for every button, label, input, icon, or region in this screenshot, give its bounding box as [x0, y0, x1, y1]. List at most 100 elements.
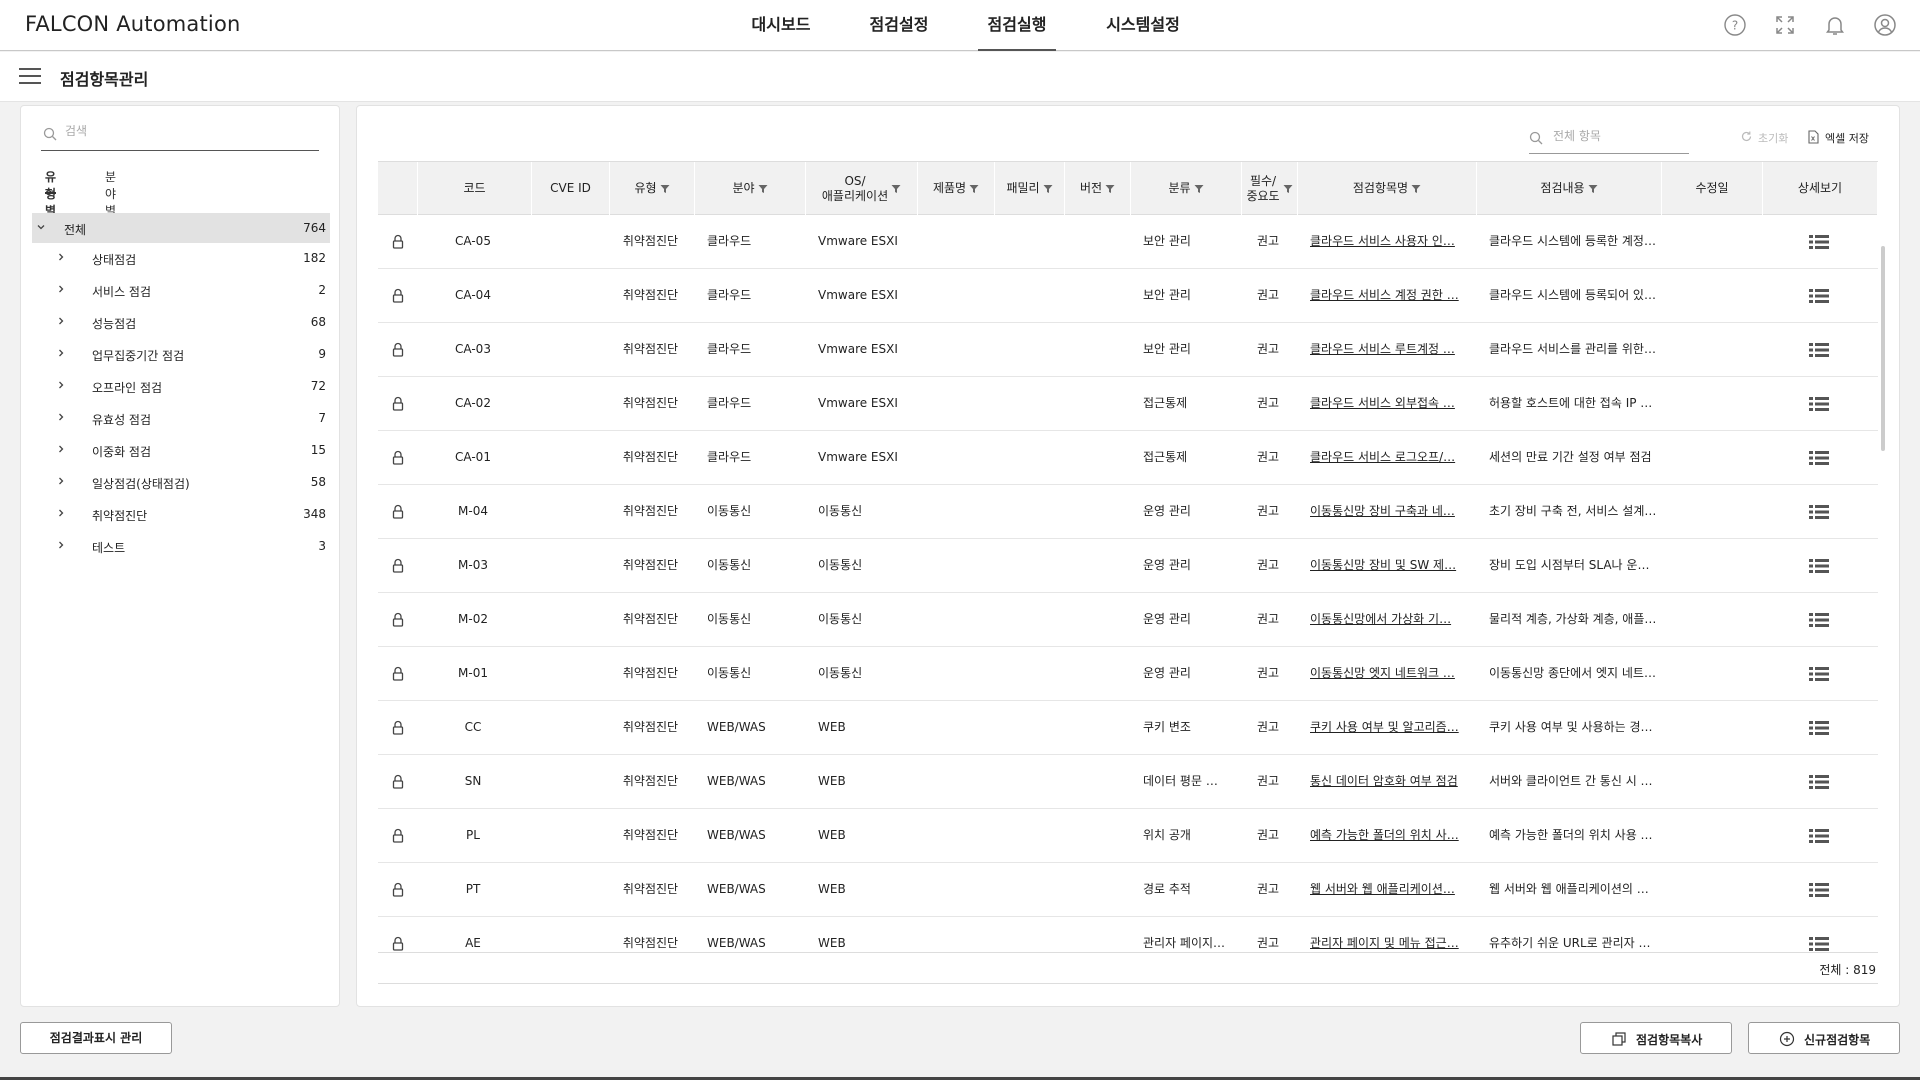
tree-item[interactable]: 성능점검 68: [32, 307, 330, 339]
tree-item[interactable]: 업무집중기간 점검 9: [32, 339, 330, 371]
cell-os: WEB: [818, 936, 846, 950]
cell-name[interactable]: 클라우드 서비스 계정 권한 …: [1310, 269, 1473, 322]
table-row[interactable]: CC 취약점진단 WEB/WAS WEB 쿠키 변조 권고 쿠키 사용 여부 및 알고리즘……: [378, 701, 1878, 755]
filter-icon[interactable]: [891, 184, 901, 194]
detail-list-icon[interactable]: [1809, 343, 1829, 357]
table-row[interactable]: CA-01 취약점진단 클라우드 Vmware ESXI 접근통제 권고 클라우드 서비스 …: [378, 431, 1878, 485]
tree-item[interactable]: 상태점검 182: [32, 243, 330, 275]
cell-family: [995, 431, 1061, 484]
detail-list-icon[interactable]: [1809, 775, 1829, 789]
tree-item[interactable]: 서비스 점검 2: [32, 275, 330, 307]
table-row[interactable]: CA-03 취약점진단 클라우드 Vmware ESXI 보안 관리 권고 클라우드 서비스…: [378, 323, 1878, 377]
table-row[interactable]: M-01 취약점진단 이동통신 이동통신 운영 관리 권고 이동통신망 엣지 네트워크 … 이…: [378, 647, 1878, 701]
cell-name[interactable]: 클라우드 서비스 로그오프/…: [1310, 431, 1473, 484]
tree-item[interactable]: 테스트 3: [32, 531, 330, 563]
cell-version: [1065, 917, 1127, 952]
nav-item-inspection-run[interactable]: 점검실행: [978, 0, 1056, 51]
table-row[interactable]: AE 취약점진단 WEB/WAS WEB 관리자 페이지… 권고 관리자 페이지 및 메뉴 …: [378, 917, 1878, 952]
cell-name[interactable]: 관리자 페이지 및 메뉴 접근…: [1310, 917, 1473, 952]
tree-item[interactable]: 일상점검(상태점검) 58: [32, 467, 330, 499]
tab-by-field[interactable]: 분야별: [105, 168, 116, 218]
detail-list-icon[interactable]: [1809, 235, 1829, 249]
column-header-label: 점검항목명: [1352, 181, 1409, 195]
column-header-family-col[interactable]: 패밀리: [995, 162, 1065, 215]
bell-icon[interactable]: [1823, 13, 1847, 37]
new-item-button[interactable]: 신규점검항목: [1748, 1022, 1900, 1054]
nav-item-dashboard[interactable]: 대시보드: [743, 0, 819, 51]
table-row[interactable]: CA-04 취약점진단 클라우드 Vmware ESXI 보안 관리 권고 클라우드 서비스…: [378, 269, 1878, 323]
cell-name[interactable]: 클라우드 서비스 루트계정 …: [1310, 323, 1473, 376]
table-row[interactable]: CA-05 취약점진단 클라우드 Vmware ESXI 보안 관리 권고 클라우드 서비스…: [378, 215, 1878, 269]
column-header-version-col[interactable]: 버전: [1065, 162, 1131, 215]
column-header-label: 상세보기: [1797, 181, 1843, 195]
copy-item-button[interactable]: 점검항목복사: [1580, 1022, 1732, 1054]
table-row[interactable]: SN 취약점진단 WEB/WAS WEB 데이터 평문 … 권고 통신 데이터 암호화 여부…: [378, 755, 1878, 809]
table-row[interactable]: M-03 취약점진단 이동통신 이동통신 운영 관리 권고 이동통신망 장비 및 SW 제……: [378, 539, 1878, 593]
tree-item[interactable]: 오프라인 점검 72: [32, 371, 330, 403]
detail-list-icon[interactable]: [1809, 559, 1829, 573]
fullscreen-icon[interactable]: [1773, 13, 1797, 37]
filter-icon[interactable]: [758, 184, 768, 194]
filter-icon[interactable]: [969, 184, 979, 194]
cell-name[interactable]: 쿠키 사용 여부 및 알고리즘…: [1310, 701, 1473, 754]
detail-list-icon[interactable]: [1809, 451, 1829, 465]
table-row[interactable]: M-04 취약점진단 이동통신 이동통신 운영 관리 권고 이동통신망 장비 구축과 네… 초…: [378, 485, 1878, 539]
filter-icon[interactable]: [660, 184, 670, 194]
filter-icon[interactable]: [1105, 184, 1115, 194]
user-icon[interactable]: [1873, 13, 1897, 37]
tree-item[interactable]: 취약점진단 348: [32, 499, 330, 531]
cell-name[interactable]: 이동통신망 장비 및 SW 제…: [1310, 539, 1473, 592]
category-search-input[interactable]: [65, 124, 305, 138]
detail-list-icon[interactable]: [1809, 613, 1829, 627]
filter-icon[interactable]: [1411, 184, 1421, 194]
detail-list-icon[interactable]: [1809, 289, 1829, 303]
cell-name[interactable]: 클라우드 서비스 사용자 인…: [1310, 215, 1473, 268]
cell-required: 권고: [1256, 450, 1280, 464]
filter-icon[interactable]: [1588, 184, 1598, 194]
column-header-type-col[interactable]: 유형: [610, 162, 695, 215]
tree-item-all[interactable]: 전체 764: [32, 213, 330, 243]
result-display-manage-button[interactable]: 점검결과표시 관리: [20, 1022, 172, 1054]
nav-item-inspection-settings[interactable]: 점검설정: [861, 0, 937, 51]
column-header-os-app-col[interactable]: OS/ 애플리케이션: [806, 162, 918, 215]
cell-name[interactable]: 이동통신망 장비 구축과 네…: [1310, 485, 1473, 538]
tab-by-type[interactable]: 유형별: [45, 168, 57, 218]
cell-name[interactable]: 클라우드 서비스 외부접속 …: [1310, 377, 1473, 430]
detail-list-icon[interactable]: [1809, 721, 1829, 735]
cell-name[interactable]: 통신 데이터 암호화 여부 점검: [1310, 755, 1473, 808]
column-header-content-col[interactable]: 점검내용: [1477, 162, 1662, 215]
detail-list-icon[interactable]: [1809, 397, 1829, 411]
cell-name[interactable]: 이동통신망에서 가상화 기…: [1310, 593, 1473, 646]
detail-list-icon[interactable]: [1809, 883, 1829, 897]
nav-item-system-settings[interactable]: 시스템설정: [1099, 0, 1187, 51]
cell-name[interactable]: 예측 가능한 폴더의 위치 사…: [1310, 809, 1473, 862]
tree-item[interactable]: 이중화 점검 15: [32, 435, 330, 467]
table-row[interactable]: CA-02 취약점진단 클라우드 Vmware ESXI 접근통제 권고 클라우드 서비스 …: [378, 377, 1878, 431]
cell-family: [995, 647, 1061, 700]
help-icon[interactable]: ?: [1723, 13, 1747, 37]
table-row[interactable]: PL 취약점진단 WEB/WAS WEB 위치 공개 권고 예측 가능한 폴더의 위치 사……: [378, 809, 1878, 863]
filter-icon[interactable]: [1194, 184, 1204, 194]
item-search-input[interactable]: [1553, 129, 1683, 143]
cell-modified: [1662, 809, 1759, 862]
lock-icon: [392, 612, 404, 627]
column-header-field-col[interactable]: 분야: [695, 162, 806, 215]
column-header-product-col[interactable]: 제품명: [918, 162, 995, 215]
detail-list-icon[interactable]: [1809, 937, 1829, 951]
table-scrollbar[interactable]: [1881, 246, 1885, 451]
tree-item-label: 성능점검: [92, 317, 137, 331]
column-header-required-col[interactable]: 필수/ 중요도: [1242, 162, 1298, 215]
filter-icon[interactable]: [1283, 184, 1293, 194]
cell-name[interactable]: 웹 서버와 웹 애플리케이션…: [1310, 863, 1473, 916]
column-header-category-col[interactable]: 분류: [1131, 162, 1242, 215]
table-row[interactable]: PT 취약점진단 WEB/WAS WEB 경로 추적 권고 웹 서버와 웹 애플리케이션… 웹…: [378, 863, 1878, 917]
tree-item[interactable]: 유효성 점검 7: [32, 403, 330, 435]
detail-list-icon[interactable]: [1809, 505, 1829, 519]
column-header-item-name-col[interactable]: 점검항목명: [1298, 162, 1477, 215]
filter-icon[interactable]: [1043, 184, 1053, 194]
table-row[interactable]: M-02 취약점진단 이동통신 이동통신 운영 관리 권고 이동통신망에서 가상화 기… 물리…: [378, 593, 1878, 647]
detail-list-icon[interactable]: [1809, 829, 1829, 843]
cell-name[interactable]: 이동통신망 엣지 네트워크 …: [1310, 647, 1473, 700]
menu-icon[interactable]: [19, 68, 41, 86]
detail-list-icon[interactable]: [1809, 667, 1829, 681]
